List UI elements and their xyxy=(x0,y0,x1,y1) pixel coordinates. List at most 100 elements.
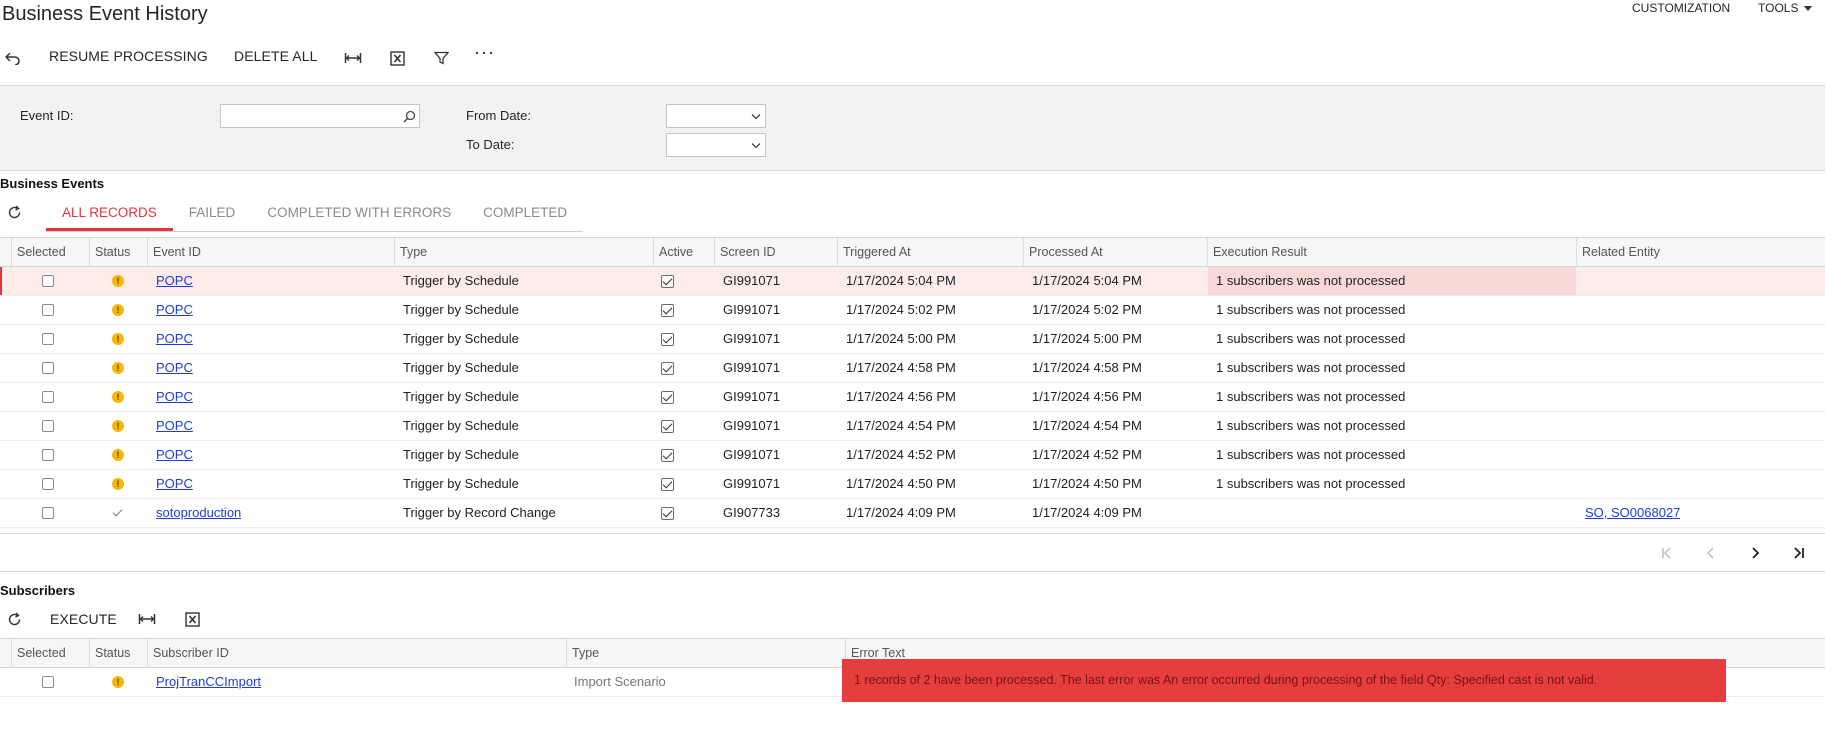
type-cell: Trigger by Schedule xyxy=(403,418,519,433)
undo-icon[interactable] xyxy=(2,47,24,69)
execution-result-cell: 1 subscribers was not processed xyxy=(1216,360,1406,375)
table-row[interactable]: ! POPC Trigger by Schedule GI991071 1/17… xyxy=(0,470,1825,499)
warning-icon: ! xyxy=(112,333,124,345)
col-status[interactable]: Status xyxy=(89,238,147,267)
triggered-at-cell: 1/17/2024 5:02 PM xyxy=(846,302,956,317)
fit-columns-icon[interactable] xyxy=(342,47,364,69)
table-row[interactable]: ! POPC Trigger by Schedule GI991071 1/17… xyxy=(0,296,1825,325)
processed-at-cell: 1/17/2024 4:09 PM xyxy=(1032,505,1142,520)
more-actions-button[interactable]: ··· xyxy=(474,42,495,63)
search-icon[interactable] xyxy=(403,110,416,123)
related-entity-cell xyxy=(1577,441,1585,469)
table-row[interactable]: ! POPC Trigger by Schedule GI991071 1/17… xyxy=(0,441,1825,470)
next-page-icon[interactable] xyxy=(1742,540,1768,566)
processed-at-cell: 1/17/2024 4:56 PM xyxy=(1032,389,1142,404)
tools-menu[interactable]: TOOLS xyxy=(1758,1,1813,15)
active-checkbox xyxy=(661,333,674,346)
selected-checkbox[interactable] xyxy=(42,362,54,374)
last-page-icon[interactable] xyxy=(1786,540,1812,566)
col-selected[interactable]: Selected xyxy=(11,238,89,267)
table-row[interactable]: ! POPC Trigger by Schedule GI991071 1/17… xyxy=(0,267,1825,296)
col-screen-id[interactable]: Screen ID xyxy=(714,238,837,267)
table-row[interactable]: ! POPC Trigger by Schedule GI991071 1/17… xyxy=(0,412,1825,441)
active-checkbox xyxy=(661,391,674,404)
col-event-id[interactable]: Event ID xyxy=(147,238,394,267)
table-row[interactable]: ! POPC Trigger by Schedule GI991071 1/17… xyxy=(0,354,1825,383)
to-date-field[interactable] xyxy=(666,133,766,157)
selected-checkbox[interactable] xyxy=(42,478,54,490)
event-id-link[interactable]: POPC xyxy=(148,383,193,411)
tab-completed[interactable]: COMPLETED xyxy=(467,196,583,231)
event-id-label: Event ID: xyxy=(20,108,74,123)
execute-button[interactable]: EXECUTE xyxy=(50,611,117,627)
chevron-down-icon xyxy=(1804,5,1813,11)
tab-all-records[interactable]: ALL RECORDS xyxy=(46,196,173,231)
event-id-link[interactable]: POPC xyxy=(148,441,193,469)
first-page-icon[interactable] xyxy=(1654,540,1680,566)
excel-export-icon[interactable] xyxy=(181,608,203,630)
grid-settings-icon[interactable] xyxy=(0,238,11,267)
fit-columns-icon[interactable] xyxy=(136,608,158,630)
col-subscriber-id[interactable]: Subscriber ID xyxy=(147,639,566,668)
processed-at-cell: 1/17/2024 5:04 PM xyxy=(1032,273,1142,288)
warning-icon: ! xyxy=(112,449,124,461)
related-entity-cell xyxy=(1577,296,1585,324)
warning-icon: ! xyxy=(112,420,124,432)
execution-result-cell: 1 subscribers was not processed xyxy=(1216,331,1406,346)
selected-checkbox[interactable] xyxy=(42,304,54,316)
related-entity-cell xyxy=(1577,470,1585,498)
refresh-icon[interactable] xyxy=(3,201,25,223)
col-active[interactable]: Active xyxy=(653,238,714,267)
chevron-down-icon[interactable] xyxy=(751,142,761,149)
col-triggered-at[interactable]: Triggered At xyxy=(837,238,1023,267)
table-row[interactable]: ! POPC Trigger by Schedule GI991071 1/17… xyxy=(0,383,1825,412)
execution-result-cell: 1 subscribers was not processed xyxy=(1216,447,1406,462)
delete-all-button[interactable]: DELETE ALL xyxy=(234,48,318,64)
screen-id-cell: GI991071 xyxy=(723,273,781,288)
tab-completed-with-errors[interactable]: COMPLETED WITH ERRORS xyxy=(251,196,467,231)
selected-checkbox[interactable] xyxy=(42,333,54,345)
selected-checkbox[interactable] xyxy=(42,391,54,403)
processed-at-cell: 1/17/2024 5:02 PM xyxy=(1032,302,1142,317)
chevron-down-icon[interactable] xyxy=(751,113,761,120)
col-type[interactable]: Type xyxy=(566,639,845,668)
event-id-link[interactable]: sotoproduction xyxy=(148,499,241,527)
col-processed-at[interactable]: Processed At xyxy=(1023,238,1207,267)
event-id-link[interactable]: POPC xyxy=(148,470,193,498)
previous-page-icon[interactable] xyxy=(1698,540,1724,566)
table-row[interactable]: sotoproduction Trigger by Record Change … xyxy=(0,499,1825,528)
event-id-link[interactable]: POPC xyxy=(148,296,193,324)
selected-checkbox[interactable] xyxy=(42,275,54,287)
selected-checkbox[interactable] xyxy=(42,507,54,519)
excel-export-icon[interactable] xyxy=(386,47,408,69)
from-date-field[interactable] xyxy=(666,104,766,128)
check-icon xyxy=(112,506,123,517)
event-id-link[interactable]: POPC xyxy=(148,325,193,353)
table-row[interactable]: ! POPC Trigger by Schedule GI991071 1/17… xyxy=(0,325,1825,354)
selected-checkbox[interactable] xyxy=(42,449,54,461)
screen-id-cell: GI991071 xyxy=(723,302,781,317)
subscriber-id-link[interactable]: ProjTranCCImport xyxy=(148,668,261,696)
event-id-field[interactable] xyxy=(220,104,420,128)
customization-label: CUSTOMIZATION xyxy=(1632,1,1731,15)
refresh-icon[interactable] xyxy=(3,608,25,630)
screen-id-cell: GI991071 xyxy=(723,418,781,433)
type-cell: Trigger by Schedule xyxy=(403,360,519,375)
col-execution-result[interactable]: Execution Result xyxy=(1207,238,1576,267)
selected-checkbox[interactable] xyxy=(42,676,54,688)
grid-settings-icon[interactable] xyxy=(0,639,11,668)
event-id-link[interactable]: POPC xyxy=(148,354,193,382)
business-events-title: Business Events xyxy=(0,176,105,191)
tab-failed[interactable]: FAILED xyxy=(173,196,252,231)
event-id-link[interactable]: POPC xyxy=(148,412,193,440)
event-id-link[interactable]: POPC xyxy=(148,267,193,295)
col-status[interactable]: Status xyxy=(89,639,147,668)
filter-icon[interactable] xyxy=(430,47,452,69)
related-entity-link[interactable]: SO, SO0068027 xyxy=(1577,499,1680,527)
col-related-entity[interactable]: Related Entity xyxy=(1576,238,1825,267)
col-type[interactable]: Type xyxy=(394,238,653,267)
selected-checkbox[interactable] xyxy=(42,420,54,432)
customization-menu[interactable]: CUSTOMIZATION xyxy=(1632,1,1730,15)
resume-processing-button[interactable]: RESUME PROCESSING xyxy=(49,48,208,64)
col-selected[interactable]: Selected xyxy=(11,639,89,668)
